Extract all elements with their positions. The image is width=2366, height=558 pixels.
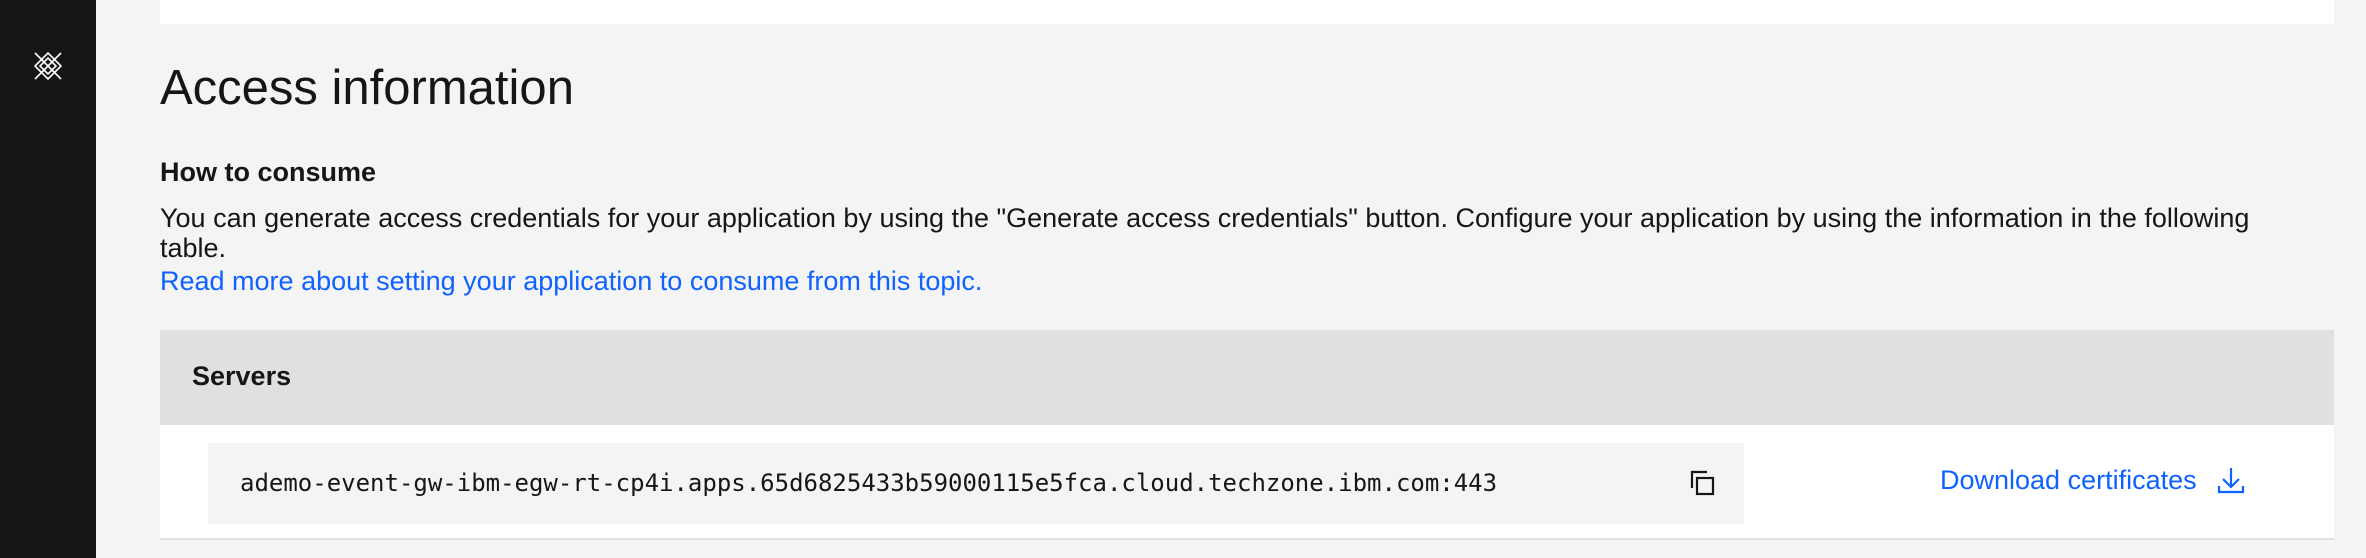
server-address: ademo-event-gw-ibm-egw-rt-cp4i.apps.65d6… [240,469,1498,497]
download-certificates-link[interactable]: Download certificates [1940,462,2247,498]
event-gateway-icon[interactable] [32,50,64,82]
servers-header-label: Servers [192,361,292,391]
section-subheading: How to consume [160,157,377,187]
download-certificates-label: Download certificates [1940,465,2197,495]
description-text: You can generate access credentials for … [160,203,2250,263]
copy-icon [1690,470,1715,496]
page-title: Access information [160,61,574,115]
side-nav [0,0,96,558]
read-more-link[interactable]: Read more about setting your application… [160,263,982,299]
previous-section-card [160,0,2334,24]
download-icon [2215,464,2247,496]
table-header: Servers [160,330,2334,425]
copy-button[interactable] [1682,463,1722,503]
servers-table: Servers ademo-event-gw-ibm-egw-rt-cp4i.a… [160,330,2334,540]
table-divider [160,538,2334,540]
server-address-snippet: ademo-event-gw-ibm-egw-rt-cp4i.apps.65d6… [208,443,1744,524]
